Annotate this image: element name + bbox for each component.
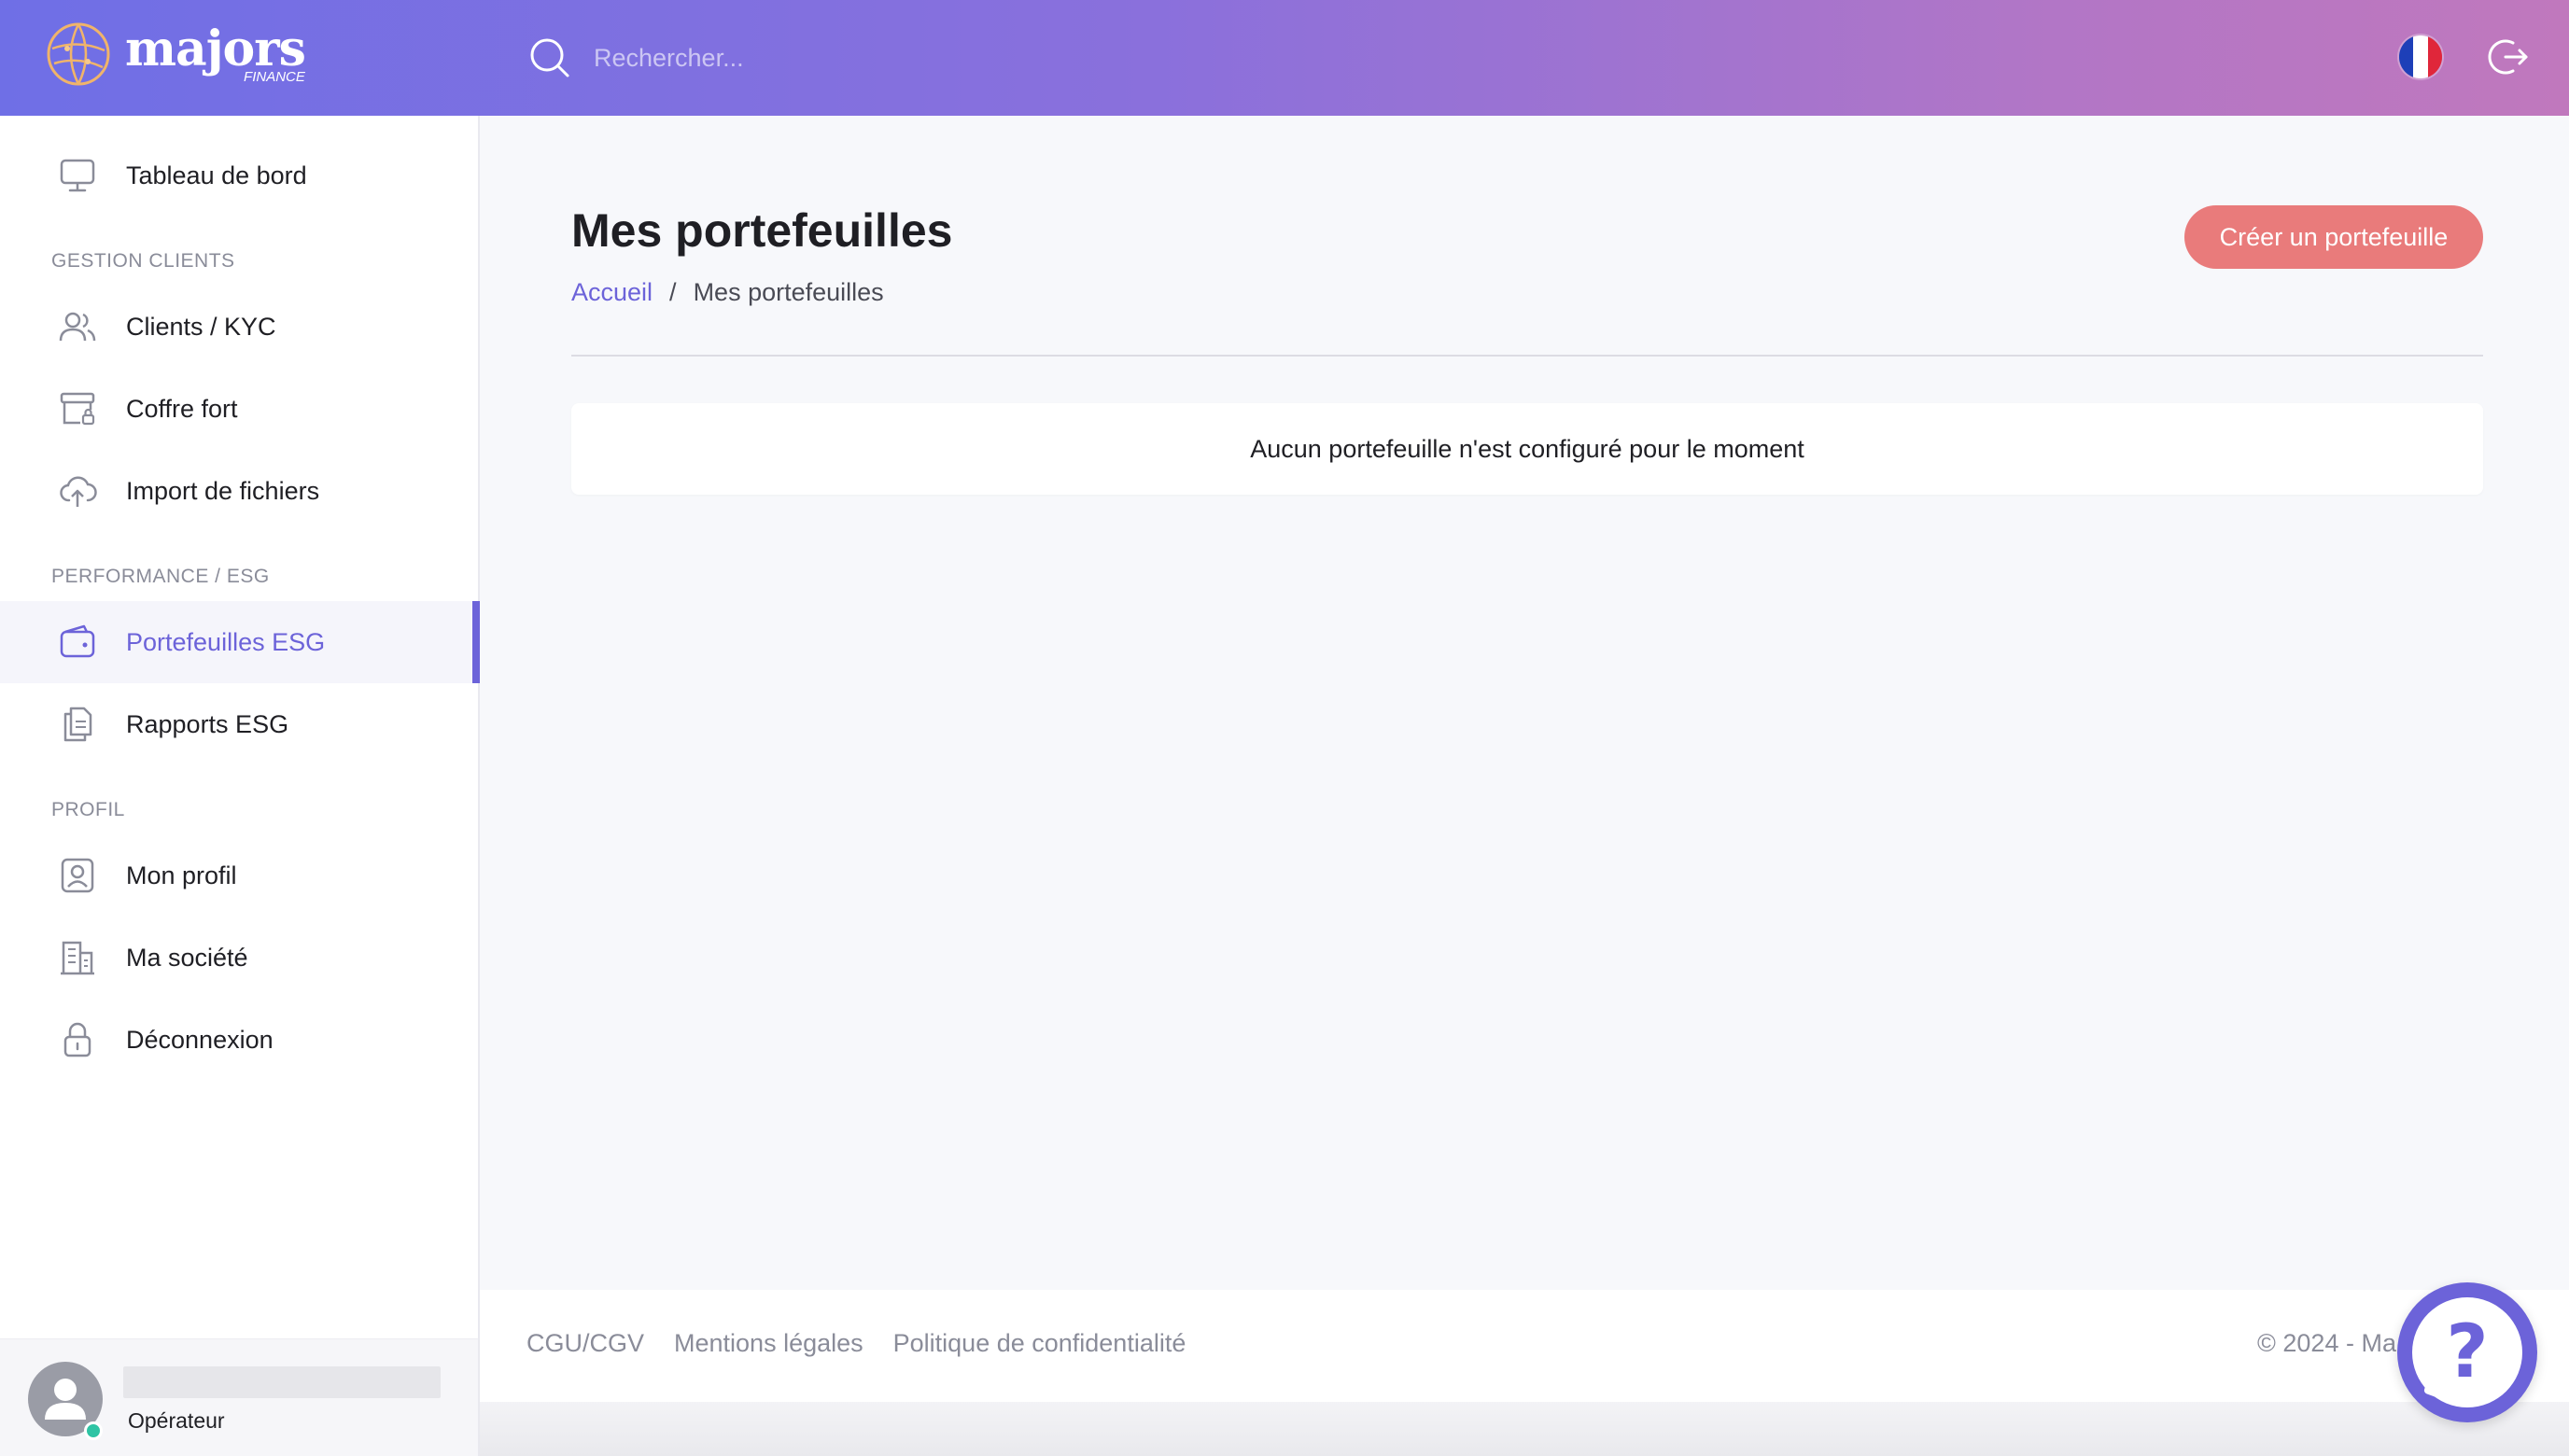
profile-icon [61, 858, 94, 893]
brand-logo[interactable]: majors FINANCE [45, 20, 306, 88]
user-panel[interactable]: Opérateur [0, 1338, 478, 1456]
section-gestion-clients: GESTION CLIENTS [51, 250, 235, 272]
sidebar-item-ma-societe[interactable]: Ma société [0, 917, 478, 999]
sidebar-item-clients-kyc[interactable]: Clients / KYC [0, 286, 478, 368]
sidebar-item-label: Rapports ESG [126, 709, 289, 738]
empty-state-card: Aucun portefeuille n'est configuré pour … [571, 403, 2483, 495]
sidebar-item-label: Mon profil [126, 861, 237, 889]
search-icon[interactable] [528, 36, 571, 79]
breadcrumb-current: Mes portefeuilles [693, 278, 884, 306]
bottom-strip [480, 1402, 2569, 1456]
help-icon: ? [2412, 1297, 2522, 1407]
sidebar-item-label: Import de fichiers [126, 476, 320, 505]
footer-link-privacy[interactable]: Politique de confidentialité [893, 1329, 1186, 1358]
sidebar-item-deconnexion[interactable]: Déconnexion [0, 999, 478, 1081]
online-status-dot [84, 1421, 103, 1440]
empty-state-message: Aucun portefeuille n'est configuré pour … [1250, 434, 1804, 463]
sidebar-item-rapports-esg[interactable]: Rapports ESG [0, 683, 478, 765]
top-header: majors FINANCE [0, 0, 2569, 116]
create-portfolio-button[interactable]: Créer un portefeuille [2184, 205, 2483, 269]
monitor-icon [60, 159, 95, 192]
footer-links: CGU/CGV Mentions légales Politique de co… [526, 1329, 1186, 1358]
archive-lock-icon [60, 392, 95, 426]
cloud-upload-icon [60, 476, 97, 507]
sidebar-item-dashboard[interactable]: Tableau de bord [0, 134, 478, 217]
user-role: Opérateur [128, 1408, 225, 1433]
building-icon [61, 941, 94, 975]
logo-name: majors [125, 20, 306, 77]
search-input[interactable] [594, 43, 1247, 73]
sidebar-item-label: Clients / KYC [126, 312, 276, 341]
french-flag-icon[interactable] [2399, 35, 2442, 78]
user-name-placeholder [123, 1366, 441, 1398]
help-button[interactable]: ? [2397, 1282, 2537, 1422]
logout-icon[interactable] [2487, 35, 2530, 78]
section-performance-esg: PERFORMANCE / ESG [51, 566, 270, 587]
sidebar-item-label: Coffre fort [126, 394, 238, 423]
sidebar: Tableau de bord GESTION CLIENTS Clients … [0, 116, 480, 1456]
page-title: Mes portefeuilles [571, 204, 953, 257]
lock-icon [63, 1022, 91, 1057]
footer: CGU/CGV Mentions légales Politique de co… [480, 1290, 2569, 1402]
section-profil: PROFIL [51, 799, 125, 820]
logo-text: majors FINANCE [125, 20, 306, 84]
sidebar-item-import-fichiers[interactable]: Import de fichiers [0, 450, 478, 532]
footer-link-mentions[interactable]: Mentions légales [674, 1329, 863, 1358]
footer-link-cgu[interactable]: CGU/CGV [526, 1329, 644, 1358]
logo-globe-icon [47, 22, 110, 86]
sidebar-item-label: Ma société [126, 943, 248, 972]
sidebar-item-mon-profil[interactable]: Mon profil [0, 834, 478, 917]
users-icon [59, 312, 96, 342]
sidebar-item-portefeuilles-esg[interactable]: Portefeuilles ESG [0, 601, 480, 683]
sidebar-item-label: Tableau de bord [126, 161, 307, 189]
breadcrumb: Accueil / Mes portefeuilles [571, 278, 884, 307]
wallet-icon [60, 624, 95, 658]
copyright: © 2024 - Ma [2257, 1329, 2396, 1357]
breadcrumb-home-link[interactable]: Accueil [571, 278, 653, 307]
sidebar-item-label: Déconnexion [126, 1025, 274, 1054]
search-bar [528, 32, 1369, 84]
documents-icon [63, 707, 92, 742]
breadcrumb-separator: / [669, 278, 677, 306]
sidebar-item-label: Portefeuilles ESG [126, 627, 326, 656]
divider [571, 355, 2483, 357]
sidebar-item-coffre-fort[interactable]: Coffre fort [0, 368, 478, 450]
